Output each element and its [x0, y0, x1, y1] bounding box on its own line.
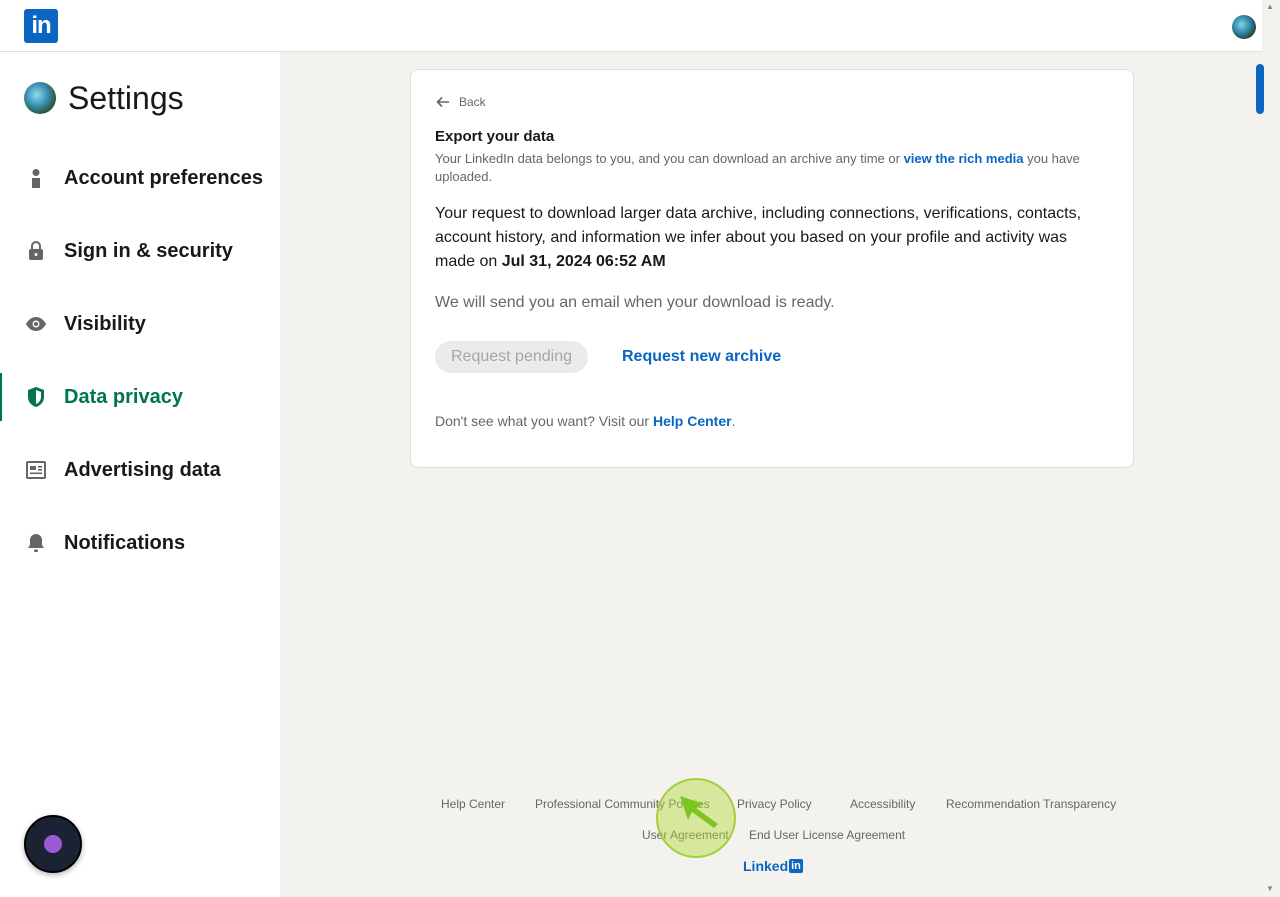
shield-icon — [24, 385, 48, 409]
email-note: We will send you an email when your down… — [435, 294, 835, 311]
sidebar-item-label: Notifications — [64, 531, 186, 554]
scrollbar-thumb[interactable] — [1256, 64, 1264, 114]
settings-avatar — [24, 82, 56, 114]
sidebar-item-label: Advertising data — [64, 458, 221, 481]
sidebar-item-notifications[interactable]: Notifications — [0, 519, 280, 567]
request-pending-button: Request pending — [435, 341, 588, 373]
cursor-arrow-icon — [680, 796, 718, 828]
sidebar-item-label: Account preferences — [64, 166, 263, 189]
help-suffix: . — [731, 413, 736, 429]
linkedin-footer-logo: Linked in — [743, 858, 803, 874]
settings-sidebar: Settings Account preferences Sign in & s… — [0, 52, 280, 897]
profile-avatar[interactable] — [1232, 15, 1256, 39]
footer-link-accessibility[interactable]: Accessibility — [850, 797, 915, 811]
sidebar-item-label: Visibility — [64, 312, 146, 335]
section-description: Your LinkedIn data belongs to you, and y… — [435, 150, 1115, 186]
footer-link-eula[interactable]: End User License Agreement — [749, 828, 905, 842]
eye-icon — [24, 312, 48, 336]
footer-logo-in: in — [789, 859, 803, 873]
request-new-archive-link[interactable]: Request new archive — [622, 348, 781, 366]
newspaper-icon — [24, 458, 48, 482]
person-icon — [24, 166, 48, 190]
help-prefix: Don't see what you want? Visit our — [435, 413, 653, 429]
top-navbar: in — [0, 0, 1262, 52]
linkedin-logo-icon[interactable]: in — [24, 9, 58, 43]
sidebar-item-account-preferences[interactable]: Account preferences — [0, 154, 280, 202]
sidebar-item-advertising-data[interactable]: Advertising data — [0, 446, 280, 494]
footer-link-privacy-policy[interactable]: Privacy Policy — [737, 797, 812, 811]
export-data-card: Back Export your data Your LinkedIn data… — [410, 69, 1134, 468]
settings-header: Settings — [24, 80, 184, 116]
floating-assistant-button[interactable] — [24, 815, 82, 873]
back-button[interactable]: Back — [435, 94, 486, 110]
assistant-dot-icon — [44, 835, 62, 853]
sidebar-item-visibility[interactable]: Visibility — [0, 300, 280, 348]
sidebar-item-label: Data privacy — [64, 385, 183, 408]
click-highlight — [656, 778, 736, 858]
section-title: Export your data — [435, 128, 555, 145]
sidebar-item-label: Sign in & security — [64, 239, 233, 262]
page-scrollbar[interactable] — [1262, 0, 1280, 897]
page-title: Settings — [68, 79, 184, 116]
sidebar-item-sign-in-security[interactable]: Sign in & security — [0, 227, 280, 275]
footer-logo-text: Linked — [743, 858, 789, 874]
request-date: Jul 31, 2024 06:52 AM — [501, 253, 666, 270]
arrow-left-icon — [436, 96, 449, 108]
lock-icon — [24, 239, 48, 263]
sidebar-item-data-privacy[interactable]: Data privacy — [0, 373, 280, 421]
footer-link-help-center[interactable]: Help Center — [441, 797, 505, 811]
bell-icon — [24, 531, 48, 555]
desc-text-1: Your LinkedIn data belongs to you, and y… — [435, 151, 904, 166]
view-rich-media-link[interactable]: view the rich media — [904, 151, 1024, 166]
help-line: Don't see what you want? Visit our Help … — [435, 413, 735, 429]
footer-link-recommendation-transparency[interactable]: Recommendation Transparency — [946, 797, 1116, 811]
help-center-link[interactable]: Help Center — [653, 413, 732, 429]
scroll-up-icon[interactable]: ▲ — [1266, 2, 1274, 11]
scroll-down-icon[interactable]: ▼ — [1266, 884, 1274, 893]
back-label: Back — [459, 95, 486, 109]
request-status-text: Your request to download larger data arc… — [435, 202, 1095, 274]
